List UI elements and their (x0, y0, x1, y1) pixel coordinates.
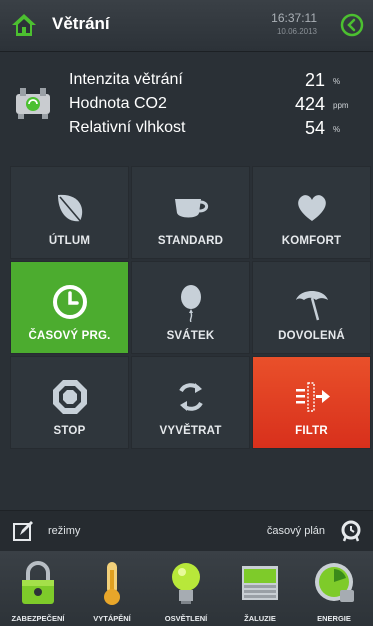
leaf-icon (57, 194, 83, 224)
mode-label: ČASOVÝ PRG. (28, 330, 111, 342)
mode-tile-stop[interactable]: STOP (10, 356, 129, 449)
status-panel: Intenzita větrání 21 % Hodnota CO2 424 p… (0, 53, 373, 155)
mode-grid: ÚTLUM STANDARD KOMFORT ČASOVÝ PRG. SVÁTE… (10, 166, 372, 450)
status-row-intensity: Intenzita větrání 21 % (69, 70, 369, 93)
mode-label: STOP (53, 425, 86, 437)
clock-date: 10.06.2013 (276, 27, 317, 36)
mode-tile-vyvetrat[interactable]: VYVĚTRAT (131, 356, 250, 449)
nav-item-energie[interactable]: ENERGIE (297, 551, 371, 626)
mode-label: FILTR (295, 425, 328, 437)
status-label: Intenzita větrání (69, 71, 183, 88)
cup-icon (174, 199, 208, 218)
mode-label: ÚTLUM (48, 235, 91, 247)
status-unit: ppm (333, 101, 349, 110)
thermometer-icon (104, 562, 120, 605)
padlock-icon (22, 561, 54, 604)
status-unit: % (333, 77, 341, 86)
mode-label: KOMFORT (281, 235, 342, 247)
mode-tile-filtr[interactable]: FILTR (252, 356, 371, 449)
stop-icon (52, 380, 87, 414)
nav-item-zaluzie[interactable]: ŽALUZIE (223, 551, 297, 626)
action-bar: režimy časový plán (0, 510, 373, 551)
nav-label: ŽALUZIE (244, 614, 276, 623)
edit-icon[interactable] (12, 520, 34, 542)
mode-tile-komfort[interactable]: KOMFORT (252, 166, 371, 259)
bottom-nav: ZABEZPEČENÍ VYTÁPĚNÍ OSVĚTLENÍ ŽALUZIE E… (0, 551, 373, 626)
nav-item-zabezpeceni[interactable]: ZABEZPEČENÍ (1, 551, 75, 626)
umbrella-icon (295, 291, 328, 321)
status-row-co2: Hodnota CO2 424 ppm (69, 94, 369, 117)
balloon-icon (180, 285, 201, 322)
status-unit: % (333, 125, 341, 134)
schedule-link[interactable]: časový plán (267, 525, 325, 537)
nav-label: OSVĚTLENÍ (164, 614, 208, 623)
nav-item-vytapeni[interactable]: VYTÁPĚNÍ (75, 551, 149, 626)
energy-meter-icon (315, 563, 354, 602)
schedule-clock-icon[interactable] (339, 519, 363, 543)
mode-label: VYVĚTRAT (159, 425, 222, 437)
home-icon[interactable] (11, 12, 37, 38)
clock-time: 16:37:11 (271, 11, 317, 25)
empty-area (0, 450, 373, 510)
ventilation-unit-icon (16, 88, 50, 119)
lightbulb-icon (172, 563, 200, 604)
mode-tile-standard[interactable]: STANDARD (131, 166, 250, 259)
nav-item-osvetleni[interactable]: OSVĚTLENÍ (149, 551, 223, 626)
status-label: Hodnota CO2 (69, 95, 167, 112)
mode-label: SVÁTEK (166, 330, 215, 342)
mode-tile-svatek[interactable]: SVÁTEK (131, 261, 250, 354)
blinds-icon (242, 566, 278, 600)
page-title: Větrání (52, 14, 110, 33)
status-value: 21 (304, 70, 325, 90)
header: Větrání 16:37:11 10.06.2013 (0, 0, 373, 52)
filter-icon (295, 382, 330, 412)
nav-label: ENERGIE (317, 614, 351, 623)
mode-tile-casovy-prg[interactable]: ČASOVÝ PRG. (10, 261, 129, 354)
nav-label: ZABEZPEČENÍ (11, 614, 65, 623)
mode-label: STANDARD (157, 235, 224, 247)
back-icon[interactable] (340, 13, 364, 37)
status-label: Relativní vlhkost (69, 119, 186, 136)
nav-label: VYTÁPĚNÍ (93, 614, 131, 623)
modes-link[interactable]: režimy (48, 525, 80, 537)
status-value: 54 (304, 118, 325, 138)
mode-label: DOVOLENÁ (278, 330, 345, 342)
status-value: 424 (294, 94, 325, 114)
heart-icon (297, 195, 326, 221)
mode-tile-dovolena[interactable]: DOVOLENÁ (252, 261, 371, 354)
clock-icon (52, 285, 87, 319)
mode-tile-utlum[interactable]: ÚTLUM (10, 166, 129, 259)
status-row-humidity: Relativní vlhkost 54 % (69, 118, 369, 141)
refresh-icon (178, 383, 203, 411)
